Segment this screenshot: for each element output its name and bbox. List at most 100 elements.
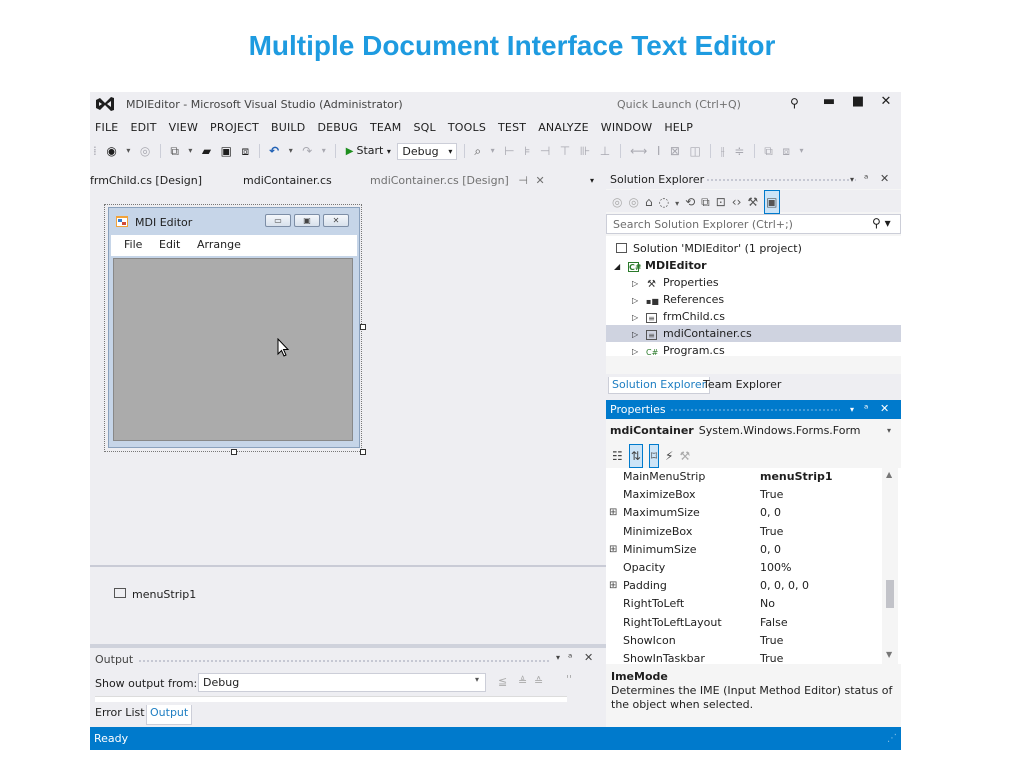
make-same-height-icon[interactable]: Ι: [654, 140, 664, 162]
collapsed-arrow-icon[interactable]: ▷: [632, 275, 646, 292]
tree-item-references[interactable]: ▷ ▪■ References: [606, 291, 901, 308]
output-text-area[interactable]: [95, 696, 567, 702]
find-in-files-icon[interactable]: ⌕: [471, 140, 484, 162]
property-value[interactable]: False: [760, 614, 788, 632]
save-icon[interactable]: ▣: [218, 140, 235, 162]
close-pane-icon[interactable]: ✕: [880, 172, 889, 185]
property-value[interactable]: 100%: [760, 559, 791, 577]
align-bottoms-icon[interactable]: ⊥: [597, 140, 613, 162]
clear-all-icon[interactable]: '': [566, 673, 572, 686]
minimize-button[interactable]: ▬: [818, 94, 840, 114]
events-icon[interactable]: ⚡: [665, 445, 673, 467]
property-row[interactable]: ShowIcon True: [606, 632, 886, 650]
back-dropdown-icon[interactable]: ▾: [123, 140, 133, 162]
tree-item-program[interactable]: ▷ C# Program.cs: [606, 342, 901, 359]
form-menu-edit[interactable]: Edit: [159, 238, 180, 251]
redo-dropdown-icon[interactable]: ▾: [319, 140, 329, 162]
scroll-up-icon[interactable]: ▲: [886, 470, 892, 479]
menu-analyze[interactable]: ANALYZE: [532, 119, 595, 137]
close-pane-icon[interactable]: ✕: [584, 651, 593, 664]
menu-help[interactable]: HELP: [658, 119, 699, 137]
next-message-icon[interactable]: ≙: [534, 675, 543, 688]
property-value[interactable]: 0, 0: [760, 541, 781, 559]
tree-item-properties[interactable]: ▷ ⚒ Properties: [606, 274, 901, 291]
expand-icon[interactable]: ⊞: [609, 577, 617, 595]
make-same-size-icon[interactable]: ◫: [686, 140, 703, 162]
save-all-icon[interactable]: ⧈: [238, 140, 252, 162]
tab-team-explorer[interactable]: Team Explorer: [700, 377, 784, 393]
form-menu-arrange[interactable]: Arrange: [197, 238, 241, 251]
expand-icon[interactable]: ⊞: [609, 541, 617, 559]
toolbar-options-icon[interactable]: ▾: [796, 140, 806, 162]
property-value[interactable]: True: [760, 486, 783, 504]
collapse-all-icon[interactable]: ⧉: [701, 191, 710, 213]
property-pages-icon[interactable]: ⚒: [679, 445, 690, 467]
menu-team[interactable]: TEAM: [364, 119, 408, 137]
form-close-icon[interactable]: ✕: [323, 214, 349, 227]
resize-handle-bottom-right[interactable]: [360, 449, 366, 455]
property-value[interactable]: True: [760, 650, 783, 664]
tree-item-mdicontainer[interactable]: ▷ ≡ mdiContainer.cs: [606, 325, 901, 342]
designed-form[interactable]: MDI Editor ▭ ▣ ✕ File Edit Arrange: [108, 207, 360, 448]
tab-mdicontainer-design[interactable]: mdiContainer.cs [Design] ⊣ ✕: [370, 172, 545, 192]
categorized-icon[interactable]: ☷: [612, 445, 623, 467]
property-value[interactable]: menuStrip1: [760, 468, 833, 486]
property-value[interactable]: 0, 0: [760, 504, 781, 522]
property-value[interactable]: 0, 0, 0, 0: [760, 577, 809, 595]
close-tab-icon[interactable]: ✕: [535, 174, 544, 187]
align-rights-icon[interactable]: ⊣: [537, 140, 553, 162]
redo-icon[interactable]: ↷: [299, 140, 315, 162]
pane-options-icon[interactable]: ▾: [850, 405, 854, 414]
tab-frmchild-design[interactable]: frmChild.cs [Design]: [90, 172, 202, 192]
sync-icon[interactable]: ⟲: [685, 191, 695, 213]
splitter[interactable]: [90, 644, 606, 648]
resize-handle-right[interactable]: [360, 324, 366, 330]
back-icon[interactable]: ◎: [612, 191, 622, 213]
properties-object-select[interactable]: mdiContainer System.Windows.Forms.Form: [610, 424, 861, 437]
properties-icon[interactable]: ⚒: [747, 191, 758, 213]
property-row[interactable]: ⊞ MinimumSize 0, 0: [606, 541, 886, 559]
pending-changes-filter-icon[interactable]: ◌: [659, 191, 669, 213]
size-to-grid-icon[interactable]: ⊠: [667, 140, 683, 162]
toolbar-overflow-icon[interactable]: ▾: [488, 140, 498, 162]
form-maximize-icon[interactable]: ▣: [294, 214, 320, 227]
collapsed-arrow-icon[interactable]: ▷: [632, 326, 646, 343]
tab-mdicontainer-cs[interactable]: mdiContainer.cs: [243, 172, 332, 192]
chevron-down-icon[interactable]: ▾: [475, 675, 479, 684]
property-value[interactable]: True: [760, 523, 783, 541]
menu-file[interactable]: FILE: [90, 119, 124, 137]
find-message-icon[interactable]: ≦: [498, 675, 507, 688]
dropdown-icon[interactable]: ▾: [675, 193, 679, 215]
output-source-select[interactable]: Debug: [198, 673, 486, 692]
tab-output[interactable]: Output: [146, 705, 193, 725]
pin-icon[interactable]: ᵃ: [568, 651, 572, 664]
menu-debug[interactable]: DEBUG: [311, 119, 364, 137]
view-designer-icon[interactable]: ▣: [764, 190, 780, 214]
pane-grip[interactable]: [670, 408, 840, 412]
tree-item-solution[interactable]: Solution 'MDIEditor' (1 project): [606, 240, 901, 257]
pane-options-icon[interactable]: ▾: [556, 653, 560, 662]
menu-window[interactable]: WINDOW: [595, 119, 659, 137]
undo-dropdown-icon[interactable]: ▾: [286, 140, 296, 162]
pin-icon[interactable]: ⊣: [518, 174, 528, 187]
menu-tools[interactable]: TOOLS: [442, 119, 492, 137]
menu-build[interactable]: BUILD: [265, 119, 311, 137]
tree-item-project[interactable]: ◢ C# MDIEditor: [606, 257, 901, 274]
new-project-icon[interactable]: ⧉: [167, 140, 182, 162]
form-menu-file[interactable]: File: [124, 238, 142, 251]
property-row[interactable]: ⊞ Padding 0, 0, 0, 0: [606, 577, 886, 595]
resize-handle-bottom[interactable]: [231, 449, 237, 455]
pane-grip[interactable]: [138, 659, 550, 663]
property-row[interactable]: MainMenuStrip menuStrip1: [606, 468, 886, 486]
menu-sql[interactable]: SQL: [407, 119, 441, 137]
scroll-down-icon[interactable]: ▼: [886, 650, 892, 659]
menu-test[interactable]: TEST: [492, 119, 532, 137]
align-tops-icon[interactable]: ⊤: [557, 140, 573, 162]
pane-options-icon[interactable]: ▾: [850, 175, 854, 184]
pin-icon[interactable]: ᵃ: [864, 402, 868, 415]
solution-explorer-search-input[interactable]: Search Solution Explorer (Ctrl+;): [606, 214, 901, 234]
align-lefts-icon[interactable]: ⊢: [501, 140, 517, 162]
mdi-client-area[interactable]: [113, 258, 353, 441]
forward-icon[interactable]: ◎: [137, 140, 153, 162]
property-grid-scrollbar[interactable]: [882, 468, 898, 664]
